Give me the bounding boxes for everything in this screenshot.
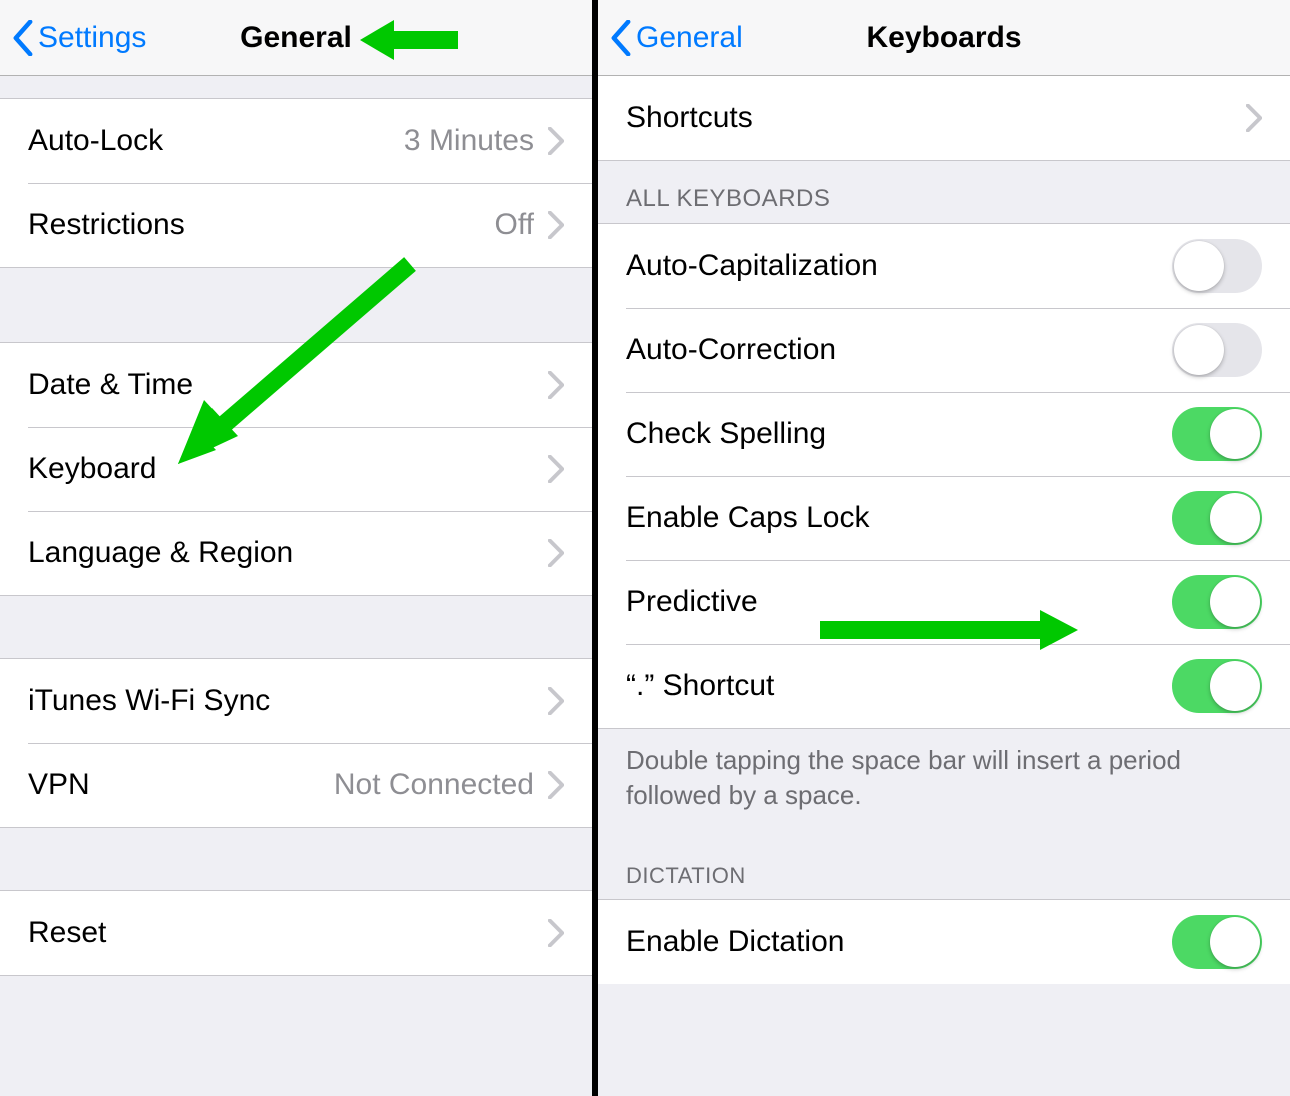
row-reset[interactable]: Reset (0, 891, 592, 975)
row-value: 3 Minutes (404, 124, 534, 158)
row-label: Keyboard (28, 452, 548, 486)
row-label: Auto-Lock (28, 124, 404, 158)
row-label: Auto-Correction (626, 333, 1172, 367)
group-regional: Date & Time Keyboard Language & Region (0, 342, 592, 596)
chevron-right-icon (548, 771, 564, 799)
section-header-all-keyboards: ALL KEYBOARDS (598, 161, 1290, 223)
back-label: General (636, 21, 743, 55)
group-sync: iTunes Wi-Fi Sync VPN Not Connected (0, 658, 592, 828)
row-label: Auto-Capitalization (626, 249, 1172, 283)
toggle-auto-capitalization[interactable] (1172, 239, 1262, 293)
row-label: Shortcuts (626, 101, 1246, 135)
row-date-time[interactable]: Date & Time (0, 343, 592, 427)
row-value: Off (495, 208, 534, 242)
row-check-spelling: Check Spelling (598, 392, 1290, 476)
row-auto-capitalization: Auto-Capitalization (598, 224, 1290, 308)
row-enable-dictation: Enable Dictation (598, 900, 1290, 984)
section-footer-period: Double tapping the space bar will insert… (598, 729, 1290, 823)
row-enable-caps-lock: Enable Caps Lock (598, 476, 1290, 560)
general-settings-screen: Settings General Auto-Lock 3 Minutes Res… (0, 0, 598, 1096)
row-label: Enable Dictation (626, 925, 1172, 959)
group-shortcuts: Shortcuts (598, 76, 1290, 161)
row-vpn[interactable]: VPN Not Connected (0, 743, 592, 827)
chevron-right-icon (548, 539, 564, 567)
row-label: Check Spelling (626, 417, 1172, 451)
row-keyboard[interactable]: Keyboard (0, 427, 592, 511)
chevron-right-icon (548, 455, 564, 483)
chevron-right-icon (548, 687, 564, 715)
group-lock: Auto-Lock 3 Minutes Restrictions Off (0, 98, 592, 268)
section-header-dictation: DICTATION (598, 823, 1290, 899)
row-auto-lock[interactable]: Auto-Lock 3 Minutes (0, 99, 592, 183)
row-shortcuts[interactable]: Shortcuts (598, 76, 1290, 160)
chevron-left-icon (12, 20, 34, 56)
chevron-right-icon (548, 211, 564, 239)
keyboards-screen: General Keyboards Shortcuts ALL KEYBOARD… (598, 0, 1290, 1096)
row-label: iTunes Wi-Fi Sync (28, 684, 548, 718)
back-button[interactable]: General (610, 20, 743, 56)
chevron-right-icon (1246, 104, 1262, 132)
row-label: Language & Region (28, 536, 548, 570)
navbar-keyboards: General Keyboards (598, 0, 1290, 76)
toggle-period-shortcut[interactable] (1172, 659, 1262, 713)
toggle-caps-lock[interactable] (1172, 491, 1262, 545)
row-language-region[interactable]: Language & Region (0, 511, 592, 595)
row-restrictions[interactable]: Restrictions Off (0, 183, 592, 267)
row-label: Reset (28, 916, 548, 950)
row-label: Restrictions (28, 208, 495, 242)
row-predictive: Predictive (598, 560, 1290, 644)
row-label: Predictive (626, 585, 1172, 619)
row-period-shortcut: “.” Shortcut (598, 644, 1290, 728)
row-label: Date & Time (28, 368, 548, 402)
chevron-left-icon (610, 20, 632, 56)
group-reset: Reset (0, 890, 592, 976)
row-label: Enable Caps Lock (626, 501, 1172, 535)
group-all-keyboards: Auto-Capitalization Auto-Correction Chec… (598, 223, 1290, 729)
toggle-predictive[interactable] (1172, 575, 1262, 629)
navbar-general: Settings General (0, 0, 592, 76)
back-label: Settings (38, 21, 146, 55)
toggle-dictation[interactable] (1172, 915, 1262, 969)
row-value: Not Connected (334, 768, 534, 802)
chevron-right-icon (548, 919, 564, 947)
back-button[interactable]: Settings (12, 20, 146, 56)
row-label: VPN (28, 768, 334, 802)
chevron-right-icon (548, 127, 564, 155)
row-itunes-wifi[interactable]: iTunes Wi-Fi Sync (0, 659, 592, 743)
toggle-check-spelling[interactable] (1172, 407, 1262, 461)
row-auto-correction: Auto-Correction (598, 308, 1290, 392)
group-dictation: Enable Dictation (598, 899, 1290, 984)
chevron-right-icon (548, 371, 564, 399)
row-label: “.” Shortcut (626, 669, 1172, 703)
toggle-auto-correction[interactable] (1172, 323, 1262, 377)
